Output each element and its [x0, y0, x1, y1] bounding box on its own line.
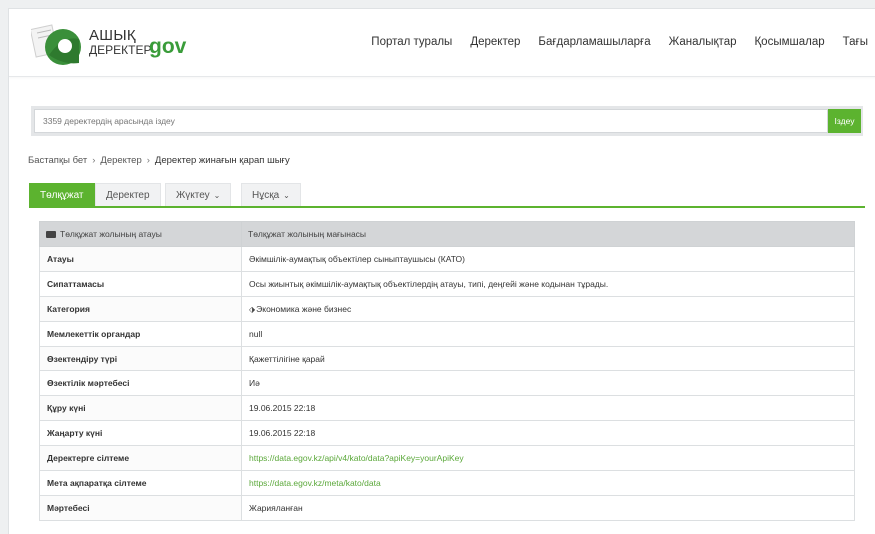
category-value: Экономика және бизнес: [256, 303, 352, 314]
nav-item-portal[interactable]: Портал туралы: [371, 36, 452, 48]
row-label: Сипаттамасы: [39, 270, 242, 297]
breadcrumb-current: Деректер жинағын қарап шығу: [154, 155, 290, 166]
row-label: Мемлекеттік органдар: [39, 320, 242, 347]
nav-item-more[interactable]: Тағы: [843, 36, 868, 48]
chevron-right-icon: ›: [92, 155, 96, 166]
table-header-name: Төлқұжат жолының атауы: [39, 221, 242, 247]
logo-line1: АШЫҚ: [89, 27, 136, 44]
row-value: null: [241, 320, 855, 347]
tab-bar: Төлқұжат Деректер Жүктеу ⌄ Нұсқа ⌄: [29, 183, 865, 208]
table-row: Жаңарту күні 19.06.2015 22:18: [39, 420, 855, 447]
row-value: Иә: [241, 370, 855, 397]
meta-link[interactable]: https://data.egov.kz/meta/kato/data: [241, 470, 855, 496]
row-label: Атауы: [39, 246, 242, 272]
row-value: Осы жиынтық әкімшілік-аумақтық объектіле…: [241, 270, 855, 297]
chevron-down-icon: ⌄: [213, 191, 221, 200]
row-label: Мета ақпаратқа сілтеме: [39, 470, 242, 496]
table-row: Мемлекеттік органдар null: [39, 320, 855, 347]
table-row: Құру күні 19.06.2015 22:18: [39, 395, 855, 422]
table-row: Өзектілік мәртебесі Иә: [39, 370, 855, 397]
row-label: Құру күні: [39, 395, 242, 422]
table-row: Өзектендіру түрі Қажеттілігіне қарай: [39, 345, 855, 372]
search-input[interactable]: [34, 109, 828, 133]
main-nav: Портал туралы Деректер Бағдарламашыларға…: [353, 36, 868, 48]
table-row: Мета ақпаратқа сілтеме https://data.egov.…: [39, 470, 855, 496]
search-button[interactable]: Іздеу: [828, 109, 861, 133]
tab-download-label: Жүктеу: [176, 190, 210, 201]
row-label: Жаңарту күні: [39, 420, 242, 447]
data-link[interactable]: https://data.egov.kz/api/v4/kato/data?ap…: [241, 445, 855, 472]
nav-item-news[interactable]: Жаналықтар: [669, 36, 737, 48]
tab-passport-label: Төлқұжат: [40, 190, 84, 201]
table-row: Сипаттамасы Осы жиынтық әкімшілік-аумақты…: [39, 270, 855, 297]
table-header-row: Төлқұжат жолының атауы Төлқұжат жолының …: [39, 221, 855, 247]
nav-item-developers[interactable]: Бағдарламашыларға: [538, 36, 650, 48]
row-value-category[interactable]: ⬗Экономика және бизнес: [241, 295, 855, 322]
tab-download[interactable]: Жүктеу ⌄: [165, 183, 232, 206]
table-row: Деректерге сілтеме https://data.egov.kz/a…: [39, 445, 855, 472]
row-value: Әкімшілік-аумақтық объектілер сыныптаушы…: [241, 246, 855, 272]
site-header: АШЫҚ ДЕРЕКТЕР gov Портал туралы Деректер…: [9, 9, 875, 77]
row-label: Категория: [39, 295, 242, 322]
row-value: Жарияланған: [241, 494, 855, 521]
tab-version[interactable]: Нұсқа ⌄: [241, 183, 301, 206]
row-label: Деректерге сілтеме: [39, 445, 242, 472]
logo-gov: gov: [149, 35, 187, 58]
logo-icon: [29, 24, 81, 65]
breadcrumb-home[interactable]: Бастапқы бет: [28, 155, 87, 166]
breadcrumb-data[interactable]: Деректер: [100, 155, 141, 166]
row-value: Қажеттілігіне қарай: [241, 345, 855, 372]
table-row: Атауы Әкімшілік-аумақтық объектілер сынып…: [39, 246, 855, 272]
tab-version-label: Нұсқа: [252, 190, 280, 201]
tab-data[interactable]: Деректер: [95, 183, 161, 206]
site-logo[interactable]: АШЫҚ ДЕРЕКТЕР gov: [29, 19, 211, 69]
row-label: Өзектендіру түрі: [39, 345, 242, 372]
passport-table: Төлқұжат жолының атауы Төлқұжат жолының …: [39, 221, 855, 521]
nav-item-data[interactable]: Деректер: [470, 36, 520, 48]
breadcrumb: Бастапқы бет › Деректер › Деректер жинағ…: [28, 155, 290, 166]
row-label: Мәртебесі: [39, 494, 242, 521]
nav-item-apps[interactable]: Қосымшалар: [754, 36, 824, 48]
tab-data-label: Деректер: [106, 190, 150, 201]
tag-icon: ⬗: [249, 304, 256, 314]
chevron-right-icon: ›: [146, 155, 150, 166]
table-header-value: Төлқұжат жолының мағынасы: [241, 221, 855, 247]
table-row: Категория ⬗Экономика және бизнес: [39, 295, 855, 322]
row-label: Өзектілік мәртебесі: [39, 370, 242, 397]
header-name-label: Төлқұжат жолының атауы: [60, 229, 162, 239]
page-frame: АШЫҚ ДЕРЕКТЕР gov Портал туралы Деректер…: [8, 8, 875, 534]
logo-line2: ДЕРЕКТЕР: [89, 43, 152, 57]
row-value: 19.06.2015 22:18: [241, 395, 855, 422]
row-value: 19.06.2015 22:18: [241, 420, 855, 447]
chevron-down-icon: ⌄: [283, 191, 290, 200]
briefcase-icon: [46, 231, 56, 238]
tab-passport[interactable]: Төлқұжат: [29, 183, 95, 206]
search-bar: Іздеу: [31, 106, 863, 136]
table-row: Мәртебесі Жарияланған: [39, 494, 855, 521]
